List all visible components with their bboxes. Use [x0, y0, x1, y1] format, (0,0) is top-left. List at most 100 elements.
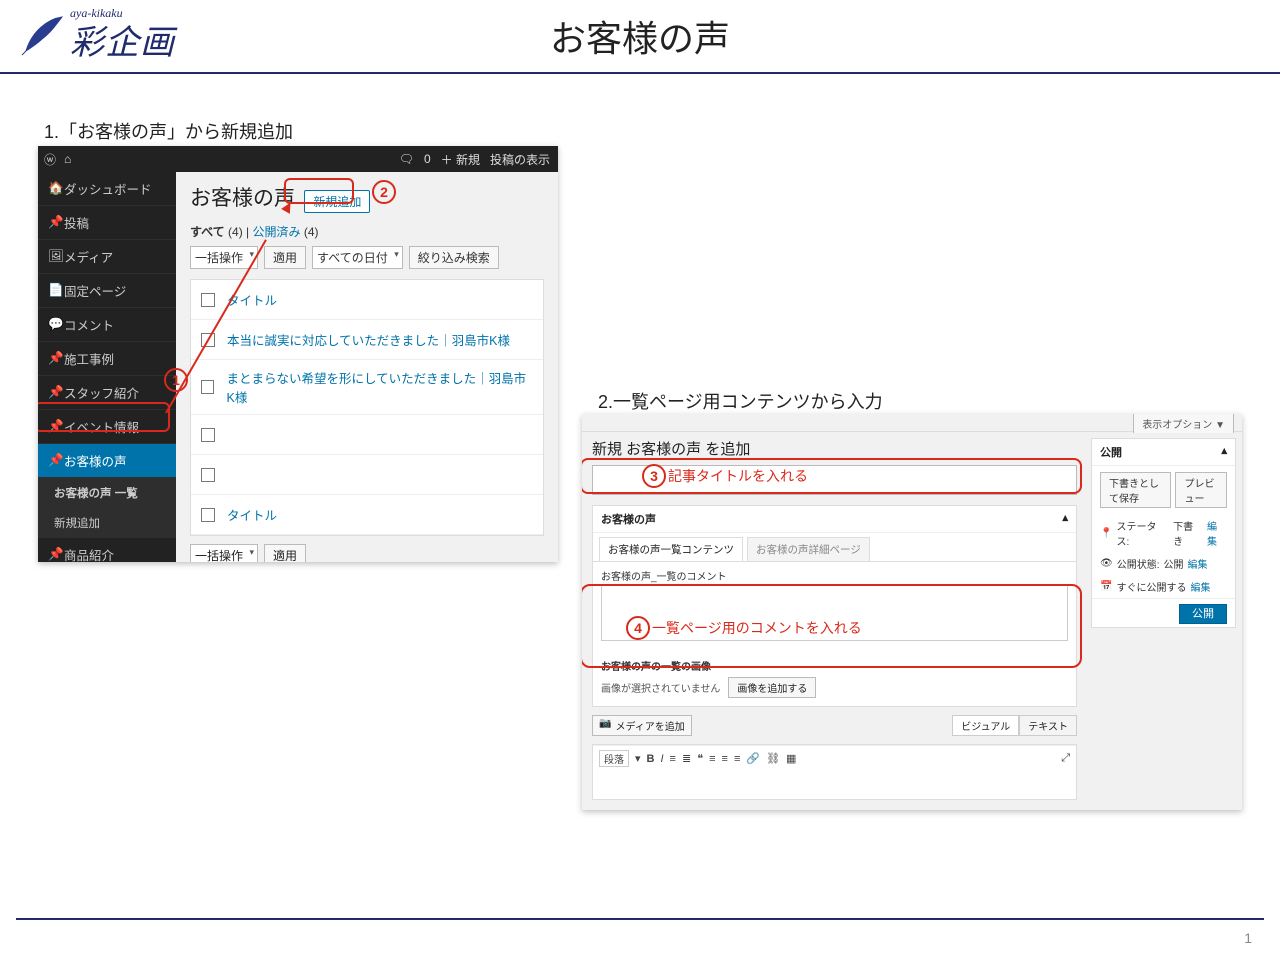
paragraph-select[interactable]: 段落 — [599, 750, 629, 767]
add-media-button[interactable]: 📷メディアを追加 — [592, 715, 692, 736]
comment-count: 0 — [424, 152, 431, 166]
slide-header: aya-kikaku 彩企画 お客様の声 — [0, 0, 1280, 74]
tab-list-content[interactable]: お客様の声一覧コンテンツ — [599, 537, 743, 561]
row-checkbox[interactable] — [201, 468, 215, 482]
page-number: 1 — [1244, 930, 1252, 946]
sidebar-item-posts[interactable]: 📌投稿 — [38, 206, 176, 240]
edit-status-link[interactable]: 編集 — [1207, 518, 1227, 548]
row-checkbox[interactable] — [201, 380, 214, 394]
comment-icon[interactable]: 🗨 — [399, 152, 414, 166]
edit-schedule-link[interactable]: 編集 — [1190, 579, 1210, 594]
content-editor[interactable]: 段落 ▾ B I ≡ ≣ ❝ ≡ ≡ ≡ 🔗 ⛓ ▦ ⤢ — [592, 744, 1077, 800]
pin-icon: 📌 — [48, 453, 64, 468]
wp-sidebar: 🏠ダッシュボード 📌投稿 🖼メディア 📄固定ページ 💬コメント 📌施工事例 📌ス… — [38, 172, 176, 562]
publish-button[interactable]: 公開 — [1179, 604, 1227, 624]
table-row[interactable] — [191, 415, 543, 455]
apply-button[interactable]: 適用 — [264, 246, 306, 269]
align-right-icon[interactable]: ≡ — [734, 753, 740, 765]
gauge-icon: 🏠 — [48, 181, 64, 196]
chevron-up-icon[interactable]: ▴ — [1221, 444, 1227, 460]
posts-table: タイトル 本当に誠実に対応していただきました｜羽島市K様 まとまらない希望を形に… — [190, 279, 544, 536]
bulk-action-select[interactable]: 一括操作 — [190, 246, 258, 269]
apply-button[interactable]: 適用 — [264, 544, 306, 562]
comment-icon: 💬 — [48, 317, 64, 332]
sidebar-item-voice[interactable]: 📌お客様の声 — [38, 444, 176, 478]
bulk-action-select[interactable]: 一括操作 — [190, 544, 258, 562]
screen-options-toggle[interactable]: 表示オプション ▼ — [1133, 414, 1234, 433]
edit-visibility-link[interactable]: 編集 — [1187, 556, 1207, 571]
logo: aya-kikaku 彩企画 — [18, 6, 175, 64]
page-title: お客様の声 — [550, 10, 730, 62]
wp-topbar: ⓦ ⌂ 🗨 0 ＋ 新規 投稿の表示 — [38, 146, 558, 172]
post-link[interactable]: まとまらない希望を形にしていただきました｜羽島市K様 — [226, 368, 533, 406]
tab-detail-page[interactable]: お客様の声詳細ページ — [747, 537, 870, 561]
chevron-up-icon[interactable]: ▴ — [1062, 511, 1068, 527]
sidebar-item-products[interactable]: 📌商品紹介 — [38, 538, 176, 562]
col-title[interactable]: タイトル — [227, 505, 277, 524]
sidebar-item-pages[interactable]: 📄固定ページ — [38, 274, 176, 308]
pin-icon: 📌 — [48, 547, 64, 562]
annotation-circle-4: 4 — [626, 616, 650, 640]
bold-icon[interactable]: B — [647, 753, 655, 765]
add-image-button[interactable]: 画像を追加する — [728, 677, 816, 698]
annotation-box-1 — [38, 402, 170, 432]
quote-icon[interactable]: ❝ — [697, 752, 703, 765]
comment-field-label: お客様の声_一覧のコメント — [593, 562, 1076, 585]
italic-icon[interactable]: I — [660, 753, 663, 765]
preview-button[interactable]: プレビュー — [1175, 472, 1227, 508]
sidebar-item-works[interactable]: 📌施工事例 — [38, 342, 176, 376]
table-row[interactable] — [191, 455, 543, 495]
filter-published[interactable]: 公開済み — [253, 225, 301, 239]
home-icon[interactable]: ⌂ — [64, 152, 71, 166]
pin-icon: 📌 — [48, 385, 64, 400]
filter-all[interactable]: すべて — [190, 225, 225, 239]
page-icon: 📄 — [48, 283, 64, 298]
key-icon: 📍 — [1100, 528, 1112, 539]
step2-caption: 2.一覧ページ用コンテンツから入力 — [598, 388, 883, 414]
post-link[interactable]: 本当に誠実に対応していただきました｜羽島市K様 — [227, 330, 510, 349]
annotation-text-3: 記事タイトルを入れる — [668, 466, 808, 486]
wp-logo-icon[interactable]: ⓦ — [44, 151, 56, 168]
table-row[interactable]: まとまらない希望を形にしていただきました｜羽島市K様 — [191, 360, 543, 415]
link-icon[interactable]: 🔗 — [746, 752, 760, 765]
sidebar-item-media[interactable]: 🖼メディア — [38, 240, 176, 274]
screenshot-list: ⓦ ⌂ 🗨 0 ＋ 新規 投稿の表示 🏠ダッシュボード 📌投稿 🖼メディア 📄固… — [38, 146, 558, 562]
annotation-box-2 — [284, 178, 354, 204]
screen-options-bar: 表示オプション ▼ — [582, 414, 1242, 432]
pin-icon: 📌 — [48, 215, 64, 230]
row-checkbox[interactable] — [201, 428, 215, 442]
save-draft-button[interactable]: 下書きとして保存 — [1100, 472, 1171, 508]
publish-box: 公開▴ 下書きとして保存 プレビュー 📍ステータス: 下書き 編集 👁公開状態:… — [1091, 438, 1236, 628]
media-icon: 🖼 — [48, 249, 64, 264]
table-row[interactable]: 本当に誠実に対応していただきました｜羽島市K様 — [191, 320, 543, 360]
publish-heading: 公開 — [1100, 444, 1122, 460]
sidebar-item-dashboard[interactable]: 🏠ダッシュボード — [38, 172, 176, 206]
list-ul-icon[interactable]: ≡ — [670, 753, 676, 765]
unlink-icon[interactable]: ⛓ — [766, 752, 780, 765]
topbar-new[interactable]: ＋ 新規 — [441, 151, 480, 168]
annotation-text-4: 一覧ページ用のコメントを入れる — [652, 618, 862, 638]
logo-kanji: 彩企画 — [70, 15, 175, 64]
tab-text[interactable]: テキスト — [1019, 715, 1077, 736]
sidebar-sub-voice-add[interactable]: 新規追加 — [38, 508, 176, 538]
fullscreen-icon[interactable]: ⤢ — [1061, 752, 1070, 765]
align-center-icon[interactable]: ≡ — [722, 753, 728, 765]
more-icon[interactable]: ▦ — [786, 752, 796, 765]
sidebar-item-comments[interactable]: 💬コメント — [38, 308, 176, 342]
date-select[interactable]: すべての日付 — [312, 246, 403, 269]
list-ol-icon[interactable]: ≣ — [682, 752, 691, 765]
camera-icon: 📷 — [599, 718, 611, 733]
pin-icon: 📌 — [48, 351, 64, 366]
select-all-checkbox[interactable] — [201, 293, 215, 307]
filter-button[interactable]: 絞り込み検索 — [409, 246, 499, 269]
select-all-checkbox[interactable] — [201, 508, 215, 522]
sidebar-sub-voice-list[interactable]: お客様の声 一覧 — [38, 478, 176, 508]
align-left-icon[interactable]: ≡ — [709, 753, 715, 765]
metabox-title: お客様の声 — [601, 511, 656, 527]
topbar-view-post[interactable]: 投稿の表示 — [490, 151, 550, 168]
eye-icon: 👁 — [1100, 558, 1113, 569]
annotation-circle-3: 3 — [642, 464, 666, 488]
annotation-circle-2: 2 — [372, 180, 396, 204]
footer-rule — [16, 918, 1264, 920]
tab-visual[interactable]: ビジュアル — [952, 715, 1019, 736]
